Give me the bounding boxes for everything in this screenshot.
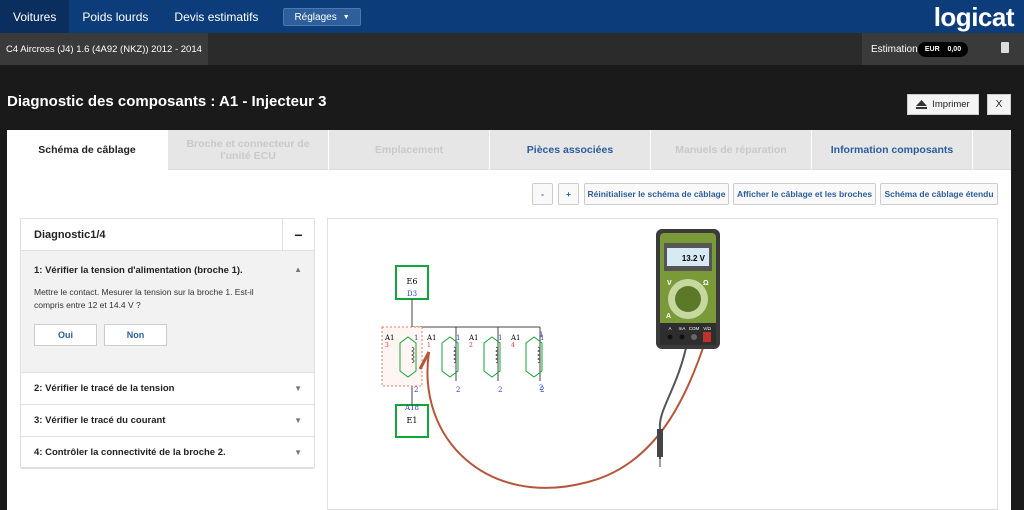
reset-wiring-button[interactable]: Réinitialiser le schéma de câblage <box>584 183 729 205</box>
injector-2-pin-top: 1 <box>498 334 502 342</box>
tab-emplacement: Emplacement <box>329 130 490 170</box>
port-a-label: A <box>668 326 671 331</box>
injector-2-num: 2 <box>469 342 473 349</box>
chevron-down-icon: ▼ <box>294 448 302 457</box>
step-3-title: 3: Vérifier le tracé du courant <box>34 415 166 426</box>
injector-3-pin-top: 1 <box>414 334 418 342</box>
extra-pin-bottom: 2 <box>539 384 544 392</box>
printer-icon <box>916 100 928 109</box>
chevron-down-icon: ▼ <box>294 416 302 425</box>
diagnostic-title: Diagnostic1/4 <box>34 228 106 241</box>
injector-3-pin-bottom: 2 <box>414 386 418 394</box>
injector-1-pin-bottom: 2 <box>456 386 460 394</box>
vehicle-selection[interactable]: C4 Aircross (J4) 1.6 (4A92 (NKZ)) 2012 -… <box>0 33 208 65</box>
connector-e6-pin: D3 <box>407 290 417 298</box>
caret-down-icon: ▼ <box>342 13 350 21</box>
diagnostic-step-4[interactable]: 4: Contrôler la connectivité de la broch… <box>21 437 314 469</box>
estimation-amount: 0,00 <box>947 46 962 53</box>
logo: logicat <box>933 2 1015 32</box>
injector-3-num: 3 <box>385 342 389 349</box>
estimation-label: Estimation <box>871 44 918 55</box>
diagnostic-step-1: 1: Vérifier la tension d'alimentation (b… <box>21 251 314 373</box>
injector-4-num: 4 <box>511 342 515 349</box>
estimation-currency: EUR <box>924 46 940 53</box>
diagnostic-card: Diagnostic1/4 − 1: Vérifier la tension d… <box>20 218 315 469</box>
top-nav: Voitures Poids lourds Devis estimatifs R… <box>0 0 1024 33</box>
injector-4-name: A1 <box>510 334 521 342</box>
step-1-title[interactable]: 1: Vérifier la tension d'alimentation (b… <box>34 265 243 276</box>
port-v-label: V/Ω <box>703 326 711 331</box>
nav-devis-estimatifs[interactable]: Devis estimatifs <box>161 0 271 33</box>
red-probe-wire <box>426 338 707 489</box>
vehicle-bar: C4 Aircross (J4) 1.6 (4A92 (NKZ)) 2012 -… <box>0 33 1024 65</box>
extra-pin-top: 1 <box>539 331 544 339</box>
main-panel: Schéma de câblage Broche et connecteur d… <box>7 130 1011 510</box>
multimeter-ohm-label: Ω <box>703 280 709 287</box>
step-2-title: 2: Vérifier le tracé de la tension <box>34 383 175 394</box>
injector-1-pin-top: 1 <box>456 334 460 342</box>
page-title: Diagnostic des composants : A1 - Injecte… <box>7 93 327 110</box>
diagnostic-header: Diagnostic1/4 − <box>21 219 314 251</box>
zoom-in-button[interactable]: + <box>558 183 579 205</box>
tab-bar: Schéma de câblage Broche et connecteur d… <box>7 130 1011 170</box>
connector-e6-label: E6 <box>407 277 418 286</box>
port-com-label: COM <box>689 326 700 331</box>
chevron-down-icon: ▼ <box>294 384 302 393</box>
tab-information-composants[interactable]: Information composants <box>812 130 973 170</box>
black-probe-wire <box>658 338 689 459</box>
settings-label: Réglages <box>294 11 337 23</box>
injector-1-name: A1 <box>426 334 437 342</box>
multimeter-a-label: A <box>666 313 671 320</box>
diagnostic-step-2[interactable]: 2: Vérifier le tracé de la tension ▼ <box>21 373 314 405</box>
injector-2-name: A1 <box>468 334 479 342</box>
tab-manuels-reparation: Manuels de réparation <box>651 130 812 170</box>
multimeter-reading: 13.2 V <box>682 254 706 263</box>
print-button[interactable]: Imprimer <box>907 94 979 115</box>
tab-pieces-associees[interactable]: Pièces associées <box>490 130 651 170</box>
zoom-out-button[interactable]: - <box>532 183 553 205</box>
print-label: Imprimer <box>932 99 970 110</box>
port-ma-label: mA <box>679 326 686 331</box>
injector-1-num: 1 <box>427 342 431 349</box>
step-4-title: 4: Contrôler la connectivité de la broch… <box>34 447 226 458</box>
nav-poids-lourds[interactable]: Poids lourds <box>69 0 161 33</box>
estimation-badge[interactable]: EUR 0,00 <box>918 42 968 57</box>
connector-e1-pin: A18 <box>404 404 419 412</box>
injector-2-pin-bottom: 2 <box>498 386 502 394</box>
show-wiring-pins-button[interactable]: Afficher le câblage et les broches <box>733 183 876 205</box>
trash-icon[interactable] <box>1001 42 1009 53</box>
settings-dropdown[interactable]: Réglages ▼ <box>283 8 361 26</box>
tab-schema-cablage[interactable]: Schéma de câblage <box>7 130 168 170</box>
connector-e1-label: E1 <box>407 416 418 425</box>
yes-button[interactable]: Oui <box>34 324 97 346</box>
collapse-icon[interactable]: − <box>282 219 314 250</box>
diagnostic-step-3[interactable]: 3: Vérifier le tracé du courant ▼ <box>21 405 314 437</box>
injector-3-name: A1 <box>384 334 395 342</box>
multimeter[interactable]: 13.2 V V Ω A A mA COM V/Ω <box>656 229 720 349</box>
extended-wiring-button[interactable]: Schéma de câblage étendu <box>880 183 998 205</box>
chevron-up-icon[interactable]: ▲ <box>294 265 302 274</box>
multimeter-v-label: V <box>667 280 672 287</box>
close-button[interactable]: X <box>987 94 1011 115</box>
coil-winding-icon <box>411 346 541 364</box>
no-button[interactable]: Non <box>104 324 167 346</box>
tab-broche-connecteur: Broche et connecteur de l'unité ECU <box>168 130 329 170</box>
nav-voitures[interactable]: Voitures <box>0 0 70 33</box>
wiring-diagram-svg: E6 D3 A18 E1 A1 3 1 2 A1 1 1 2 A1 2 1 2 … <box>381 229 720 489</box>
black-probe-tip[interactable] <box>657 429 663 457</box>
wiring-diagram[interactable]: E6 D3 A18 E1 A1 3 1 2 A1 1 1 2 A1 2 1 2 … <box>327 218 998 510</box>
step-1-instructions: Mettre le contact. Mesurer la tension su… <box>34 287 254 310</box>
